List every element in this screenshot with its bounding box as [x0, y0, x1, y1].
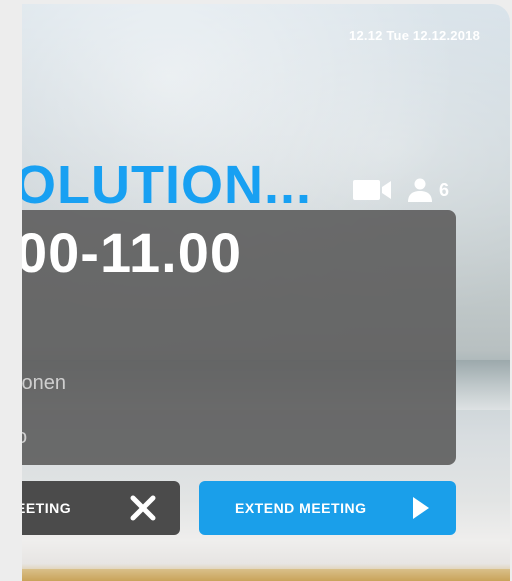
meeting-time: 00-11.00	[22, 221, 242, 284]
meeting-meta: 6	[353, 178, 449, 202]
meeting-info: o	[22, 426, 27, 449]
participant-count: 6	[439, 179, 450, 200]
person-icon	[408, 178, 432, 202]
play-arrow-icon	[413, 497, 429, 519]
date-time-display: 12.12 Tue 12.12.2018	[349, 28, 480, 43]
meeting-details-panel: 00-11.00 tonen o	[22, 210, 456, 465]
end-meeting-label: EETING	[22, 500, 72, 516]
close-icon	[130, 495, 156, 521]
meeting-room-screen: 12.12 Tue 12.12.2018 OLUTION... 6 00-11.…	[22, 4, 510, 581]
meeting-title: OLUTION...	[22, 155, 312, 215]
end-meeting-button[interactable]: EETING	[22, 481, 180, 535]
sand-background	[22, 569, 510, 581]
extend-meeting-label: EXTEND MEETING	[235, 500, 367, 516]
extend-meeting-button[interactable]: EXTEND MEETING	[199, 481, 456, 535]
device-frame: 12.12 Tue 12.12.2018 OLUTION... 6 00-11.…	[0, 0, 512, 581]
video-camera-icon	[353, 180, 391, 200]
meeting-organizer: tonen	[22, 372, 67, 394]
